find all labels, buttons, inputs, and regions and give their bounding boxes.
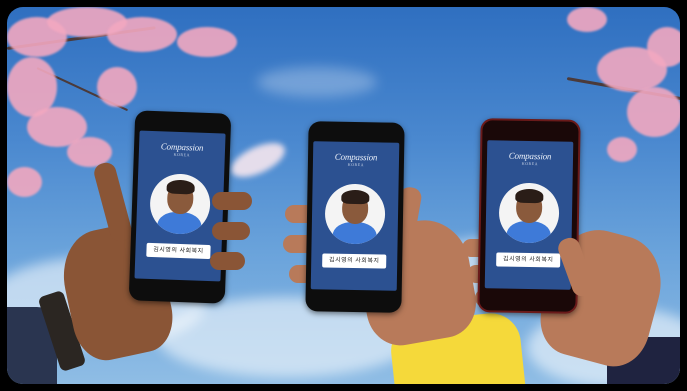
- name-tag: 김시영의 사회복지: [322, 253, 387, 269]
- child-photo: [324, 183, 386, 245]
- compassion-logo: Compassion KOREA: [334, 151, 378, 168]
- blossom: [7, 167, 42, 197]
- blossom: [567, 7, 607, 32]
- blossom: [177, 27, 237, 57]
- blossom: [97, 67, 137, 107]
- photo-frame: Compassion KOREA 김시영의 사회복지 Compassion KORE…: [7, 7, 680, 384]
- name-tag: 김시영의 사회복지: [146, 242, 211, 260]
- left-finger: [212, 222, 250, 240]
- phone-right: Compassion KOREA 김시영의 사회복지: [477, 118, 581, 314]
- falling-petal: [226, 135, 290, 185]
- blossom: [627, 87, 680, 137]
- blossom: [607, 137, 637, 162]
- compassion-logo: Compassion KOREA: [508, 150, 552, 167]
- phone-screen: Compassion KOREA 김시영의 사회복지: [484, 140, 574, 290]
- left-finger: [212, 192, 252, 210]
- left-finger: [210, 252, 245, 270]
- child-photo: [498, 182, 560, 244]
- phone-screen: Compassion KOREA 김시영의 사회복지: [310, 141, 400, 291]
- child-photo: [149, 172, 212, 236]
- compassion-logo: Compassion KOREA: [160, 141, 204, 158]
- phone-center: Compassion KOREA 김시영의 사회복지: [305, 121, 405, 313]
- name-tag: 김시영의 사회복지: [496, 252, 561, 268]
- blossom: [647, 27, 680, 67]
- cloud: [257, 67, 377, 97]
- blossom: [107, 17, 177, 52]
